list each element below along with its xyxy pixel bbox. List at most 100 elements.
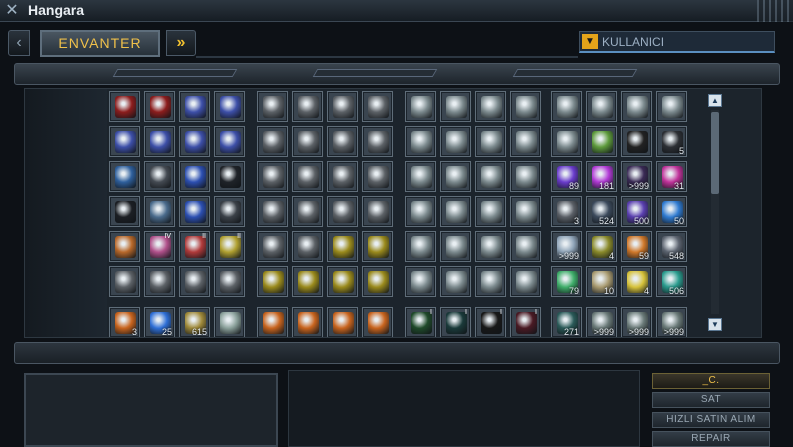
inventory-slot[interactable] bbox=[179, 196, 210, 227]
inventory-slot[interactable] bbox=[656, 91, 687, 122]
inventory-slot[interactable] bbox=[327, 161, 358, 192]
inventory-slot[interactable] bbox=[327, 307, 358, 337]
inventory-slot[interactable]: IV bbox=[144, 231, 175, 262]
inventory-slot[interactable] bbox=[405, 161, 436, 192]
inventory-slot[interactable]: 500 bbox=[621, 196, 652, 227]
inventory-slot[interactable] bbox=[257, 161, 288, 192]
repair-button[interactable]: REPAIR bbox=[652, 431, 770, 447]
inventory-slot[interactable] bbox=[214, 161, 245, 192]
inventory-slot[interactable] bbox=[440, 231, 471, 262]
inventory-slot[interactable] bbox=[621, 126, 652, 157]
inventory-slot[interactable] bbox=[510, 126, 541, 157]
inventory-slot[interactable] bbox=[362, 266, 393, 297]
inventory-slot[interactable] bbox=[510, 196, 541, 227]
inventory-slot[interactable] bbox=[510, 91, 541, 122]
inventory-slot[interactable] bbox=[440, 196, 471, 227]
inventory-slot[interactable] bbox=[327, 91, 358, 122]
inventory-slot[interactable] bbox=[440, 266, 471, 297]
inventory-slot[interactable] bbox=[440, 126, 471, 157]
inventory-slot[interactable]: 548 bbox=[656, 231, 687, 262]
scroll-thumb[interactable] bbox=[711, 112, 719, 194]
inventory-slot[interactable]: >999 bbox=[621, 307, 652, 337]
inventory-slot[interactable] bbox=[292, 196, 323, 227]
inventory-slot[interactable] bbox=[551, 126, 582, 157]
inventory-slot[interactable] bbox=[214, 196, 245, 227]
inventory-slot[interactable] bbox=[510, 266, 541, 297]
inventory-slot[interactable]: II bbox=[179, 231, 210, 262]
inventory-slot[interactable] bbox=[257, 91, 288, 122]
inventory-slot[interactable] bbox=[257, 307, 288, 337]
inventory-slot[interactable] bbox=[405, 231, 436, 262]
inventory-slot[interactable] bbox=[109, 231, 140, 262]
prev-tab-button[interactable]: ‹ bbox=[8, 30, 30, 56]
inventory-slot[interactable]: 3 bbox=[109, 307, 140, 337]
inventory-slot[interactable] bbox=[327, 231, 358, 262]
inventory-slot[interactable] bbox=[405, 196, 436, 227]
inventory-slot[interactable] bbox=[179, 91, 210, 122]
inventory-slot[interactable] bbox=[214, 126, 245, 157]
inventory-slot[interactable]: I bbox=[440, 307, 471, 337]
next-tab-button[interactable]: » bbox=[166, 30, 196, 56]
inventory-slot[interactable]: 4 bbox=[586, 231, 617, 262]
inventory-slot[interactable]: II bbox=[214, 231, 245, 262]
scroll-up-button[interactable]: ▲ bbox=[708, 94, 722, 107]
inventory-slot[interactable] bbox=[327, 126, 358, 157]
inventory-slot[interactable] bbox=[257, 196, 288, 227]
inventory-slot[interactable] bbox=[362, 91, 393, 122]
inventory-slot[interactable] bbox=[405, 91, 436, 122]
inventory-slot[interactable] bbox=[144, 266, 175, 297]
inventory-slot[interactable] bbox=[109, 266, 140, 297]
inventory-slot[interactable] bbox=[362, 161, 393, 192]
inventory-slot[interactable] bbox=[292, 307, 323, 337]
inventory-slot[interactable]: 59 bbox=[621, 231, 652, 262]
inventory-slot[interactable]: 524 bbox=[586, 196, 617, 227]
inventory-slot[interactable]: >999 bbox=[586, 307, 617, 337]
inventory-slot[interactable]: >999 bbox=[551, 231, 582, 262]
inventory-slot[interactable] bbox=[362, 231, 393, 262]
inventory-slot[interactable]: 89 bbox=[551, 161, 582, 192]
inventory-slot[interactable]: 3 bbox=[551, 196, 582, 227]
inventory-slot[interactable]: I bbox=[510, 307, 541, 337]
inventory-slot[interactable] bbox=[214, 307, 245, 337]
inventory-slot[interactable]: 506 bbox=[656, 266, 687, 297]
inventory-slot[interactable] bbox=[257, 231, 288, 262]
inventory-slot[interactable] bbox=[475, 231, 506, 262]
inventory-slot[interactable] bbox=[179, 266, 210, 297]
inventory-slot[interactable] bbox=[144, 91, 175, 122]
inventory-slot[interactable] bbox=[405, 126, 436, 157]
scroll-down-button[interactable]: ▼ bbox=[708, 318, 722, 331]
inventory-slot[interactable] bbox=[586, 126, 617, 157]
tab-inventory[interactable]: ENVANTER bbox=[40, 30, 160, 57]
inventory-slot[interactable] bbox=[586, 91, 617, 122]
inventory-slot[interactable] bbox=[179, 161, 210, 192]
inventory-slot[interactable] bbox=[405, 266, 436, 297]
inventory-slot[interactable] bbox=[109, 196, 140, 227]
inventory-slot[interactable] bbox=[475, 161, 506, 192]
inventory-slot[interactable]: >999 bbox=[621, 161, 652, 192]
inventory-slot[interactable] bbox=[109, 91, 140, 122]
inventory-slot[interactable] bbox=[144, 126, 175, 157]
inventory-slot[interactable] bbox=[475, 266, 506, 297]
inventory-slot[interactable] bbox=[327, 196, 358, 227]
inventory-slot[interactable] bbox=[362, 196, 393, 227]
inventory-slot[interactable]: 79 bbox=[551, 266, 582, 297]
inventory-slot[interactable] bbox=[327, 266, 358, 297]
inventory-slot[interactable] bbox=[440, 91, 471, 122]
inventory-slot[interactable] bbox=[475, 126, 506, 157]
primary-action-button[interactable]: _C. bbox=[652, 373, 770, 389]
inventory-slot[interactable] bbox=[475, 196, 506, 227]
inventory-slot[interactable]: 25 bbox=[144, 307, 175, 337]
inventory-slot[interactable]: 50 bbox=[656, 196, 687, 227]
inventory-slot[interactable]: 615 bbox=[179, 307, 210, 337]
inventory-slot[interactable] bbox=[362, 307, 393, 337]
inventory-slot[interactable]: I bbox=[475, 307, 506, 337]
inventory-slot[interactable] bbox=[257, 126, 288, 157]
inventory-slot[interactable] bbox=[257, 266, 288, 297]
inventory-slot[interactable] bbox=[214, 266, 245, 297]
inventory-slot[interactable] bbox=[109, 126, 140, 157]
inventory-slot[interactable] bbox=[440, 161, 471, 192]
user-filter-dropdown[interactable]: ▼ KULLANICI bbox=[579, 31, 775, 53]
inventory-slot[interactable]: >999 bbox=[656, 307, 687, 337]
inventory-scrollbar[interactable]: ▲ ▼ bbox=[708, 92, 724, 332]
inventory-slot[interactable] bbox=[292, 126, 323, 157]
